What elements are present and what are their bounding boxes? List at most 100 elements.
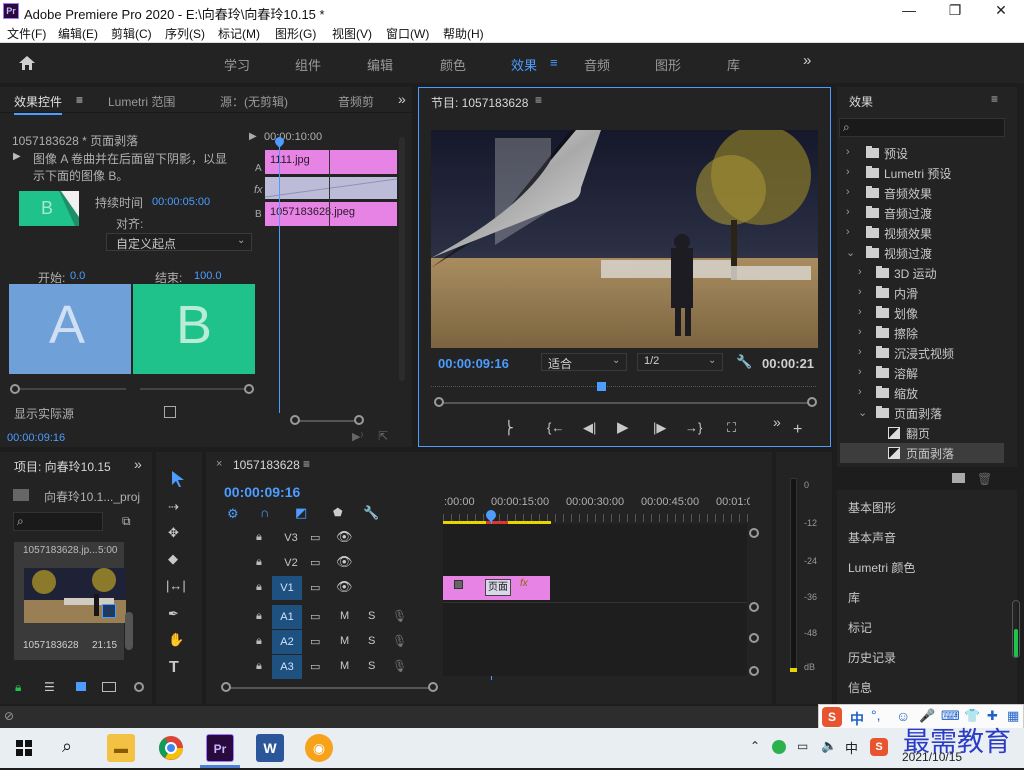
program-menu-icon[interactable]: ≡ [535,93,542,107]
workspace-graphics[interactable]: 图形 [655,55,681,74]
wrench-icon[interactable]: 🔧 [736,354,752,370]
duration-value[interactable]: 00:00:05:00 [152,196,210,208]
clip-b-bar[interactable]: 1057183628.jpeg [265,202,397,226]
panel-essential-sound[interactable]: 基本声音 [848,529,896,546]
effect-wipe[interactable]: › 擦除 [846,323,1006,343]
lock-track-icon[interactable]: 🔒︎ [256,635,262,648]
icon-view-icon[interactable] [76,682,86,691]
play-preview-icon[interactable]: ▶ [13,151,21,162]
transition-bar[interactable] [265,177,397,199]
selection-tool-icon[interactable] [171,470,185,488]
effect-video-effects[interactable]: › 视频效果 [846,223,1006,243]
punctuation-icon[interactable]: °, [871,707,881,723]
effect-3d-motion[interactable]: › 3D 运动 [846,263,1006,283]
effect-audio-transitions[interactable]: › 音频过渡 [846,203,1006,223]
track-label-v2[interactable]: V2 [276,551,306,575]
effects-menu-icon[interactable]: ≡ [991,92,998,106]
play-icon[interactable]: ▶ [617,418,629,436]
program-zoom-right-handle[interactable] [807,397,817,407]
microphone-icon[interactable]: 🎙 [392,634,407,648]
clip-a-bar[interactable]: 1111.jpg [265,150,397,174]
program-tab[interactable]: 节目: 1057183628 [431,94,528,111]
tab-source[interactable]: 源：(无剪辑) [220,93,288,110]
menu-sequence[interactable]: 序列(S) [165,25,205,42]
lock-track-icon[interactable]: 🔒︎ [256,556,262,569]
home-icon[interactable] [18,55,36,71]
tab-effect-controls[interactable]: 效果控件 [14,93,63,115]
new-search-bin-icon[interactable]: ⧉ [122,514,131,529]
export-frame-icon[interactable]: ⇱ [378,429,388,443]
program-zoom-bar[interactable] [439,402,811,404]
sogou-icon[interactable]: S [822,707,842,727]
sync-lock-icon[interactable]: ▭ [310,581,320,594]
effect-page-peel[interactable]: 页面剥落 [840,443,1004,463]
lock-icon[interactable]: 🔒︎ [15,680,21,695]
chrome-icon[interactable] [157,734,185,762]
track-label-v3[interactable]: V3 [276,526,306,550]
show-actual-sources-checkbox[interactable] [164,406,176,418]
step-back-icon[interactable]: ◀| [583,420,596,436]
menu-edit[interactable]: 编辑(E) [58,25,98,42]
start-slider-handle[interactable] [10,384,20,394]
start-value[interactable]: 0.0 [70,270,85,282]
timeline-settings-icon[interactable]: 🔧 [363,505,379,521]
hand-tool-icon[interactable]: ✋ [168,632,184,648]
eye-icon[interactable]: 👁 [336,529,353,545]
lock-track-icon[interactable]: 🔒︎ [256,581,262,594]
go-to-in-icon[interactable]: {← [547,420,564,435]
tab-lumetri-scopes[interactable]: Lumetri 范围 [108,93,175,110]
program-zoom-left-handle[interactable] [434,397,444,407]
mute-button[interactable]: M [340,610,349,622]
ec-current-timecode[interactable]: 00:00:09:16 [7,432,65,444]
more-tabs-icon[interactable]: » [134,456,142,472]
menu-view[interactable]: 视图(V) [332,25,372,42]
scroll-mid-handle[interactable] [749,602,759,612]
app-orange-icon[interactable]: ◉ [305,734,333,762]
menu-graphics[interactable]: 图形(G) [275,25,316,42]
more-tabs-icon[interactable]: » [398,91,406,107]
microphone-icon[interactable]: 🎙 [392,609,407,623]
workspace-effects[interactable]: 效果 [511,55,537,74]
effect-page-peel-folder[interactable]: ⌄ 页面剥落 [846,403,1006,423]
tray-expand-icon[interactable]: ⌃ [750,739,760,753]
new-bin-icon[interactable] [952,473,965,483]
linked-selection-icon[interactable]: ◩ [295,505,307,521]
more-buttons-icon[interactable]: » [773,414,781,430]
effect-audio-effects[interactable]: › 音频效果 [846,183,1006,203]
ec-horizontal-scrollbar[interactable] [294,420,358,422]
lock-track-icon[interactable]: 🔒︎ [256,531,262,544]
effect-zoom[interactable]: › 缩放 [846,383,1006,403]
track-label-a3[interactable]: A3 [272,655,302,679]
menu-marker[interactable]: 标记(M) [218,25,260,42]
effect-lumetri-presets[interactable]: › Lumetri 预设 [846,163,1006,183]
lock-track-icon[interactable]: 🔒︎ [256,660,262,673]
menu-window[interactable]: 窗口(W) [386,25,429,42]
project-thumbnail-card[interactable]: 1057183628.jp... 5:00 1057183628 21:15 [14,542,126,660]
project-scrollbar[interactable] [125,612,133,650]
ec-scroll-left-handle[interactable] [290,415,300,425]
track-label-v1[interactable]: V1 [272,576,302,600]
close-sequence-icon[interactable]: × [216,458,222,470]
panel-history[interactable]: 历史记录 [848,649,896,666]
solo-button[interactable]: S [368,635,375,647]
solo-button[interactable]: S [368,610,375,622]
quality-select[interactable]: 1/2 ⌄ [637,353,723,371]
effect-dissolve[interactable]: › 溶解 [846,363,1006,383]
mute-button[interactable]: M [340,635,349,647]
effect-iris[interactable]: › 划像 [846,303,1006,323]
eye-icon[interactable]: 👁 [336,554,353,570]
search-icon[interactable]: ⌕ [62,736,72,757]
scroll-audio-handle[interactable] [749,633,759,643]
timeline-tab[interactable]: 1057183628 [233,458,300,472]
type-tool-icon[interactable]: T [169,659,179,677]
menu-file[interactable]: 文件(F) [7,25,46,42]
volume-icon[interactable]: 🔈 [821,738,837,754]
panel-essential-graphics[interactable]: 基本图形 [848,499,896,516]
side-panel-scrollbar[interactable] [1012,600,1020,658]
zoom-slider-handle[interactable] [134,682,144,692]
word-icon[interactable]: W [256,734,284,762]
effect-presets[interactable]: › 预设 [846,143,1006,163]
nest-sequences-icon[interactable]: ⚙ [227,506,239,522]
workspace-assembly[interactable]: 组件 [295,55,321,74]
list-view-icon[interactable]: ☰ [44,680,55,694]
